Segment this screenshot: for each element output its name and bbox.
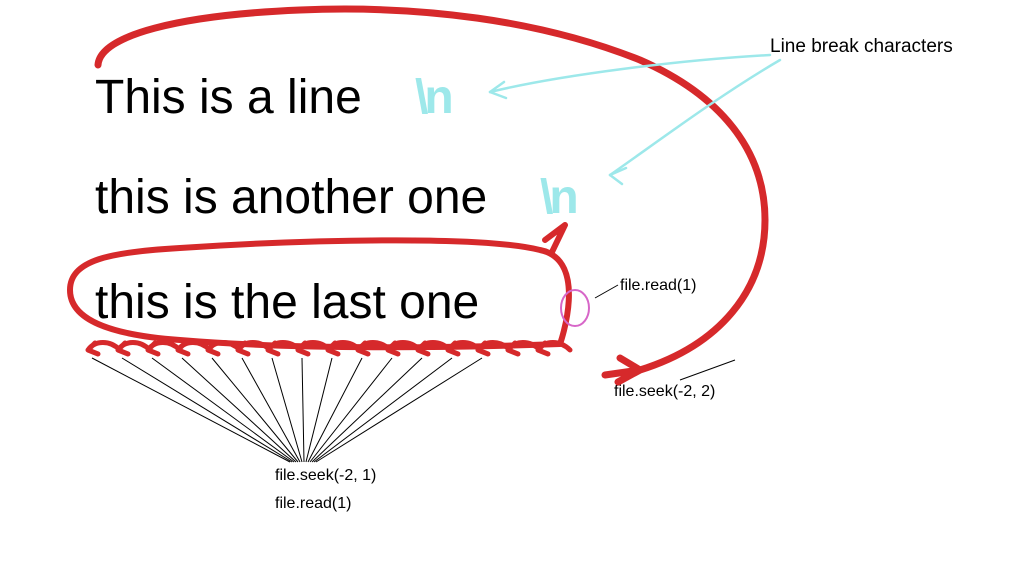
text-line-2: this is another one: [95, 170, 487, 225]
annot-file-seek-neg2-1: file.seek(-2, 1): [275, 467, 376, 485]
text-line-3: this is the last one: [95, 275, 479, 330]
annot-file-read-1: file.read(1): [620, 277, 696, 295]
annot-file-seek-neg2-2: file.seek(-2, 2): [614, 383, 715, 401]
newline-2: \n: [540, 170, 575, 225]
text-line-1: This is a line: [95, 70, 362, 125]
newline-1: \n: [415, 70, 450, 125]
annot-file-read-1-b: file.read(1): [275, 495, 351, 513]
label-linebreak-chars: Line break characters: [770, 36, 953, 58]
